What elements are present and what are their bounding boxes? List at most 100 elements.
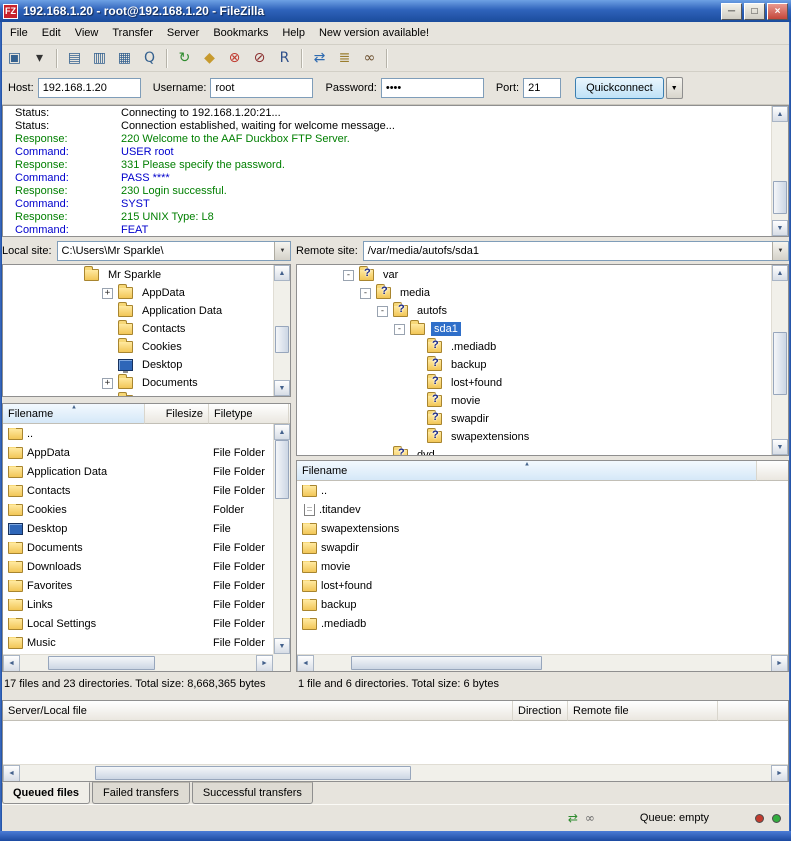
column-header-filesize[interactable]: Filesize xyxy=(145,404,209,424)
toggle-local-tree-button[interactable]: ▥ xyxy=(87,47,112,69)
scroll-track[interactable] xyxy=(274,281,290,380)
tree-item[interactable]: + Documents xyxy=(3,374,273,392)
menu-item[interactable]: Server xyxy=(160,24,206,42)
scroll-thumb[interactable] xyxy=(275,440,289,499)
file-row[interactable]: .. xyxy=(297,481,788,500)
message-log[interactable]: Status: Connecting to 192.168.1.20:21...… xyxy=(2,105,789,237)
scroll-track[interactable] xyxy=(772,281,788,439)
tree-expander-icon[interactable]: - xyxy=(360,288,371,299)
scroll-up-button[interactable]: ▲ xyxy=(772,106,788,122)
file-row[interactable]: movie xyxy=(297,557,788,576)
username-input[interactable] xyxy=(210,78,313,98)
close-button[interactable]: × xyxy=(767,3,788,20)
scroll-left-button[interactable]: ◄ xyxy=(3,765,20,782)
local-site-combobox[interactable]: C:\Users\Mr Sparkle\ ▼ xyxy=(57,241,291,261)
local-list-vscrollbar[interactable]: ▲ ▼ xyxy=(273,424,290,654)
scroll-up-button[interactable]: ▲ xyxy=(772,265,788,281)
tree-item[interactable]: Cookies xyxy=(3,338,273,356)
tree-item[interactable]: - var xyxy=(297,266,771,284)
scroll-left-button[interactable]: ◄ xyxy=(3,655,20,672)
filter-button[interactable]: ≣ xyxy=(332,47,357,69)
remote-site-combobox[interactable]: /var/media/autofs/sda1 ▼ xyxy=(363,241,789,261)
menu-item[interactable]: Bookmarks xyxy=(206,24,275,42)
file-row[interactable]: Local Settings File Folder xyxy=(3,614,273,633)
scroll-track[interactable] xyxy=(20,655,256,671)
menu-item[interactable]: View xyxy=(68,24,106,42)
file-row[interactable]: Application Data File Folder xyxy=(3,462,273,481)
column-header-filetype[interactable]: Filetype xyxy=(209,404,289,424)
scroll-down-button[interactable]: ▼ xyxy=(274,638,290,654)
scroll-thumb[interactable] xyxy=(773,181,787,214)
tree-expander-icon[interactable]: - xyxy=(377,306,388,317)
column-header-direction[interactable]: Direction xyxy=(513,701,568,721)
process-queue-button[interactable]: ◆ xyxy=(197,47,222,69)
column-header-filename[interactable]: ▲ Filename xyxy=(297,461,757,481)
tree-item[interactable]: Contacts xyxy=(3,320,273,338)
site-manager-button[interactable]: ▣ xyxy=(2,47,27,69)
directory-comparison-icon[interactable]: ∞ xyxy=(585,811,595,825)
tree-item[interactable]: + AppData xyxy=(3,284,273,302)
scroll-thumb[interactable] xyxy=(95,766,410,780)
tree-item[interactable]: dvd xyxy=(297,446,771,455)
port-input[interactable] xyxy=(523,78,561,98)
remote-tree-scrollbar[interactable]: ▲ ▼ xyxy=(771,265,788,455)
file-row[interactable]: Music File Folder xyxy=(3,633,273,652)
toggle-remote-tree-button[interactable]: ▦ xyxy=(112,47,137,69)
scroll-right-button[interactable]: ► xyxy=(256,655,273,672)
local-tree-scrollbar[interactable]: ▲ ▼ xyxy=(273,265,290,396)
scroll-thumb[interactable] xyxy=(48,656,154,670)
file-row[interactable]: Downloads File Folder xyxy=(3,557,273,576)
titlebar[interactable]: FZ 192.168.1.20 - root@192.168.1.20 - Fi… xyxy=(0,0,791,22)
scroll-right-button[interactable]: ► xyxy=(771,655,788,672)
menu-item[interactable]: Transfer xyxy=(105,24,160,42)
column-header-filename[interactable]: ▲ Filename xyxy=(3,404,145,424)
file-row[interactable]: Desktop File xyxy=(3,519,273,538)
password-input[interactable] xyxy=(381,78,484,98)
scroll-track[interactable] xyxy=(772,122,788,220)
scroll-down-button[interactable]: ▼ xyxy=(772,439,788,455)
file-row[interactable]: backup xyxy=(297,595,788,614)
column-header-remote-file[interactable]: Remote file xyxy=(568,701,718,721)
file-row[interactable]: swapdir xyxy=(297,538,788,557)
scroll-thumb[interactable] xyxy=(351,656,543,670)
tree-expander-icon[interactable]: + xyxy=(102,396,113,397)
remote-list-hscrollbar[interactable]: ◄ ► xyxy=(297,654,788,671)
tree-expander-icon[interactable]: - xyxy=(394,324,405,335)
tree-item[interactable]: Desktop xyxy=(3,356,273,374)
tree-item[interactable]: swapdir xyxy=(297,410,771,428)
chevron-down-icon[interactable]: ▼ xyxy=(274,242,290,260)
file-row[interactable]: .mediadb xyxy=(297,614,788,633)
sync-browsing-icon[interactable]: ⇄ xyxy=(568,811,578,825)
tree-item[interactable]: swapextensions xyxy=(297,428,771,446)
file-row[interactable]: Cookies Folder xyxy=(3,500,273,519)
scroll-down-button[interactable]: ▼ xyxy=(772,220,788,236)
tree-item[interactable]: + Downloads xyxy=(3,392,273,396)
scroll-track[interactable] xyxy=(20,765,771,781)
scroll-thumb[interactable] xyxy=(773,332,787,395)
queue-body[interactable] xyxy=(3,721,788,764)
tree-item[interactable]: - media xyxy=(297,284,771,302)
column-header-local-file[interactable]: Server/Local file xyxy=(3,701,513,721)
scroll-right-button[interactable]: ► xyxy=(771,765,788,782)
reconnect-button[interactable]: R xyxy=(272,47,297,69)
file-row[interactable]: Contacts File Folder xyxy=(3,481,273,500)
disconnect-button[interactable]: ⊘ xyxy=(247,47,272,69)
file-row[interactable]: .. xyxy=(3,424,273,443)
tree-item[interactable]: movie xyxy=(297,392,771,410)
menu-item[interactable]: New version available! xyxy=(312,24,436,42)
local-list-hscrollbar[interactable]: ◄ ► xyxy=(3,654,273,671)
scroll-track[interactable] xyxy=(274,440,290,638)
file-row[interactable]: .titandev xyxy=(297,500,788,519)
file-row[interactable]: Links File Folder xyxy=(3,595,273,614)
site-manager-dropdown[interactable]: ▾ xyxy=(27,47,52,69)
toggle-log-button[interactable]: ▤ xyxy=(62,47,87,69)
scroll-up-button[interactable]: ▲ xyxy=(274,424,290,440)
menu-item[interactable]: Help xyxy=(275,24,312,42)
queue-hscrollbar[interactable]: ◄ ► xyxy=(3,764,788,781)
minimize-button[interactable]: ─ xyxy=(721,3,742,20)
tree-item[interactable]: Application Data xyxy=(3,302,273,320)
toggle-queue-button[interactable]: Q xyxy=(137,47,162,69)
tree-expander-icon[interactable]: + xyxy=(102,288,113,299)
host-input[interactable] xyxy=(38,78,141,98)
cancel-button[interactable]: ⊗ xyxy=(222,47,247,69)
